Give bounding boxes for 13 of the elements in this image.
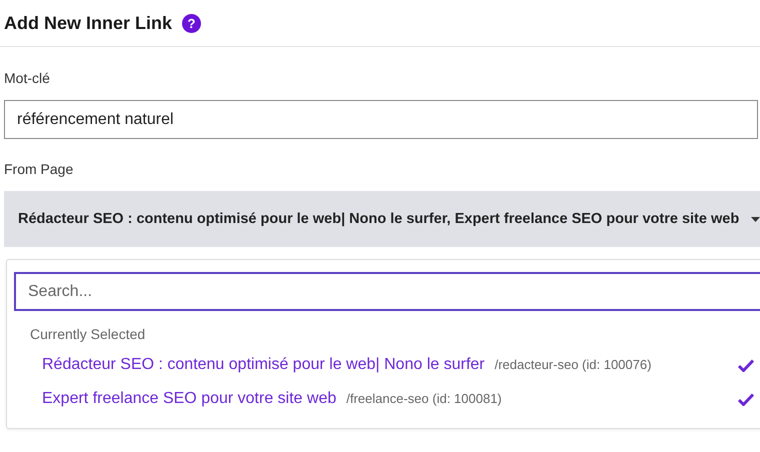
option-item[interactable]: Expert freelance SEO pour votre site web /freelance-seo (id: 100081) — [14, 382, 754, 416]
option-item[interactable]: Rédacteur SEO : contenu optimisé pour le web| Nono le surfer /redacteur-seo (id: 100076) — [14, 348, 754, 382]
check-icon — [738, 358, 754, 372]
keyword-field[interactable]: référencement naturel — [4, 100, 758, 139]
help-icon[interactable]: ? — [182, 14, 202, 32]
check-icon — [738, 392, 754, 406]
field-label: From Page — [4, 161, 74, 177]
dialog-title: Add New Inner Link — [4, 12, 172, 34]
caret-icon — [751, 216, 760, 222]
search-field[interactable]: Search... — [14, 272, 760, 311]
page-select[interactable]: Rédacteur SEO : contenu optimisé pour le web| Nono le surfer, Expert freelance SEO pour votre site web — [4, 191, 760, 247]
field-label: Mot-clé — [4, 70, 50, 86]
section-heading: Currently Selected — [30, 326, 146, 342]
